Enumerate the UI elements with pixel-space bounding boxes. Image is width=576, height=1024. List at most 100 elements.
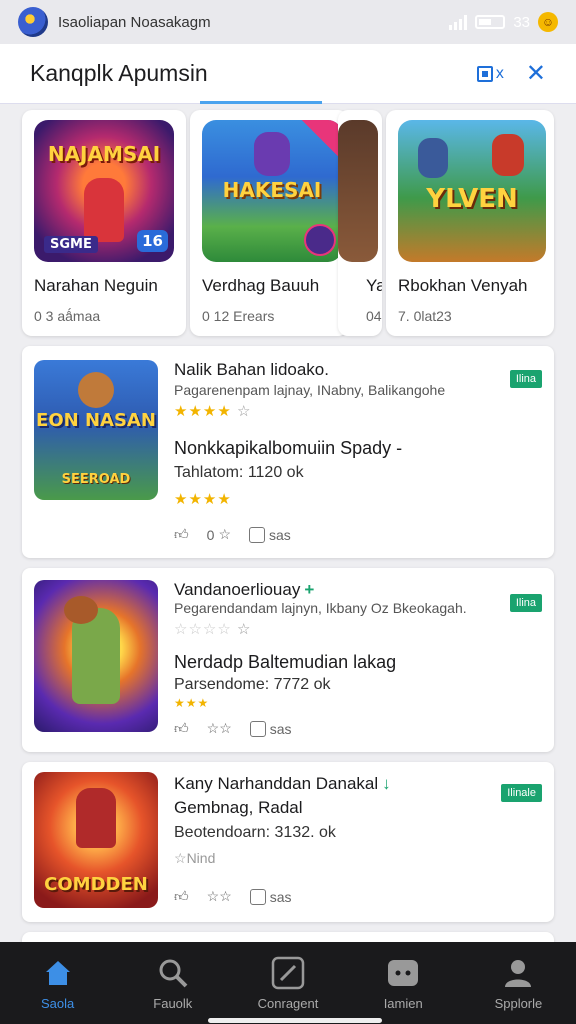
thumb-icon: 👍︎ bbox=[174, 526, 189, 542]
game-meta: 04 bbox=[366, 308, 382, 324]
rating-stars: ★★★ bbox=[174, 696, 210, 710]
status-badge: Ilina bbox=[509, 594, 542, 612]
rating-text: ☆Nind bbox=[174, 850, 216, 866]
hero-figure bbox=[254, 132, 290, 176]
list-item[interactable]: EON NASAN SEEROAD Nalik Bahan lidoako. I… bbox=[22, 346, 554, 558]
hero-figure bbox=[78, 372, 114, 408]
like-button[interactable]: 👍︎ bbox=[174, 888, 189, 905]
bottom-navigation: Saola Fauolk Conragent Iamien Spplorle bbox=[0, 942, 576, 1024]
game-name: Narahan Neguin bbox=[34, 276, 158, 295]
art-subtitle: SEEROAD bbox=[61, 472, 131, 487]
featured-card[interactable]: YLVEN Rbokhan Venyah 7. 0lat23 bbox=[386, 110, 554, 336]
art-title: HAKESAI bbox=[222, 178, 322, 202]
star-icon: ☆ bbox=[218, 526, 231, 542]
thumb-icon: 👍︎ bbox=[174, 888, 189, 904]
share-icon bbox=[249, 888, 266, 905]
item-title: Nalik Bahan lidoako. bbox=[174, 360, 329, 379]
nav-label: Fauolk bbox=[153, 995, 193, 1011]
nav-label: Iamien bbox=[383, 995, 423, 1011]
star-icon: ☆☆ bbox=[206, 888, 232, 904]
item-title: Vandanoerliouay + bbox=[174, 580, 315, 599]
ribbon-icon bbox=[302, 120, 342, 160]
game-meta: 0 12 Erears bbox=[202, 308, 275, 324]
window-icon bbox=[476, 65, 493, 82]
game-thumbnail: COMDDEN bbox=[34, 772, 158, 908]
star-icon: ☆ bbox=[174, 850, 187, 866]
rating-stars: ★★★★ bbox=[174, 491, 232, 508]
art-title: COMDDEN bbox=[44, 874, 148, 895]
rate-button[interactable]: ☆☆ bbox=[207, 888, 232, 905]
item-subtitle: Pagarenenpam lajnay, INabny, Balikangohe bbox=[174, 382, 446, 398]
home-icon bbox=[41, 956, 75, 990]
featured-card[interactable]: HAKESAI Verdhag Bauuh 0 12 Erears bbox=[190, 110, 348, 336]
share-icon bbox=[249, 526, 265, 543]
star-icon: ☆☆ bbox=[206, 720, 232, 736]
status-bar: Isaoliapan Noasakagm 33 ☺ bbox=[0, 0, 576, 44]
nav-item-home[interactable]: Saola bbox=[0, 942, 115, 1024]
featured-carousel[interactable]: NAJAMSAI SGME 16 Narahan Neguin 0 3 aǻma… bbox=[0, 104, 576, 340]
share-label: sas bbox=[269, 720, 292, 737]
rating-stars: ★★★★ ☆ bbox=[174, 403, 252, 420]
share-button[interactable]: sas bbox=[249, 720, 292, 737]
share-button[interactable]: sas bbox=[249, 888, 292, 905]
search-icon bbox=[156, 956, 190, 990]
thumb-icon: 👍︎ bbox=[174, 720, 189, 736]
list-item[interactable]: Vandanoerliouay + Ilina Pegarendandam laj… bbox=[22, 568, 554, 752]
featured-card-partial[interactable]: Ya 04 bbox=[338, 110, 382, 336]
home-indicator[interactable] bbox=[208, 1018, 382, 1023]
rating-stars: ☆☆☆☆ ☆ bbox=[174, 621, 252, 638]
gamepad-icon bbox=[386, 956, 420, 990]
hero-hair bbox=[64, 596, 98, 624]
rate-count: 0 bbox=[206, 526, 215, 543]
game-meta: 7. 0lat23 bbox=[398, 308, 452, 324]
hero-figure bbox=[492, 134, 524, 176]
battery-icon bbox=[475, 15, 506, 29]
item-meta: Parsendome: 7772 ok bbox=[174, 676, 331, 693]
game-meta: 0 3 aǻmaa bbox=[34, 308, 101, 324]
nav-item-search[interactable]: Fauolk bbox=[115, 942, 230, 1024]
nav-item-games[interactable]: Iamien bbox=[346, 942, 461, 1024]
item-title-secondary: Nerdadp Baltemudian lakag bbox=[174, 652, 397, 672]
page-title: Kanqplk Apumsin bbox=[30, 60, 208, 86]
status-title: Isaoliapan Noasakagm bbox=[58, 13, 211, 31]
app-header: Kanqplk Apumsin x ✕ bbox=[0, 44, 576, 104]
hero-figure bbox=[84, 178, 124, 242]
item-title: Kany Narhanddan Danakal ↓ bbox=[174, 774, 391, 793]
share-icon bbox=[249, 720, 266, 737]
nav-label: Saola bbox=[40, 995, 75, 1011]
game-thumbnail: HAKESAI bbox=[202, 120, 342, 262]
featured-card[interactable]: NAJAMSAI SGME 16 Narahan Neguin 0 3 aǻma… bbox=[22, 110, 186, 336]
nav-label: Conragent bbox=[257, 995, 319, 1011]
item-actions: 👍︎ 0 ☆ sas bbox=[174, 526, 291, 543]
nav-item-explore[interactable]: Conragent bbox=[230, 942, 345, 1024]
game-name: Ya bbox=[366, 276, 382, 295]
expand-label: x bbox=[495, 64, 504, 82]
status-badge: Ilinale bbox=[501, 784, 542, 802]
art-title: NAJAMSAI bbox=[47, 142, 161, 166]
like-button[interactable]: 👍︎ bbox=[174, 526, 189, 543]
share-label: sas bbox=[269, 526, 291, 543]
game-thumbnail bbox=[34, 580, 158, 732]
expand-button[interactable]: x bbox=[476, 64, 504, 83]
battery-percent: 33 bbox=[513, 13, 530, 31]
app-avatar-icon bbox=[18, 7, 48, 37]
rate-button[interactable]: 0 ☆ bbox=[207, 526, 231, 543]
art-title: YLVEN bbox=[426, 184, 518, 214]
game-thumbnail: NAJAMSAI SGME 16 bbox=[34, 120, 174, 262]
art-subtitle: SGME bbox=[44, 236, 98, 253]
share-button[interactable]: sas bbox=[249, 526, 291, 543]
close-icon[interactable]: ✕ bbox=[526, 59, 546, 88]
hero-figure bbox=[418, 138, 448, 178]
age-rating-badge: 16 bbox=[137, 230, 168, 252]
emoji-icon: ☺ bbox=[538, 12, 558, 32]
game-thumbnail bbox=[338, 120, 378, 262]
item-actions: 👍︎ ☆☆ sas bbox=[174, 888, 292, 905]
list-item[interactable]: COMDDEN Kany Narhanddan Danakal ↓ Ilinale… bbox=[22, 762, 554, 922]
emblem-icon bbox=[304, 224, 336, 256]
item-subtitle: Pegarendandam lajnyn, Ikbany Oz Bkeokaga… bbox=[174, 600, 467, 616]
like-button[interactable]: 👍︎ bbox=[174, 720, 189, 737]
game-name: Rbokhan Venyah bbox=[398, 276, 528, 295]
item-title-secondary: Nonkkapikalbomuiin Spady - bbox=[174, 438, 403, 458]
rate-button[interactable]: ☆☆ bbox=[207, 720, 232, 737]
nav-item-profile[interactable]: Spplorle bbox=[461, 942, 576, 1024]
